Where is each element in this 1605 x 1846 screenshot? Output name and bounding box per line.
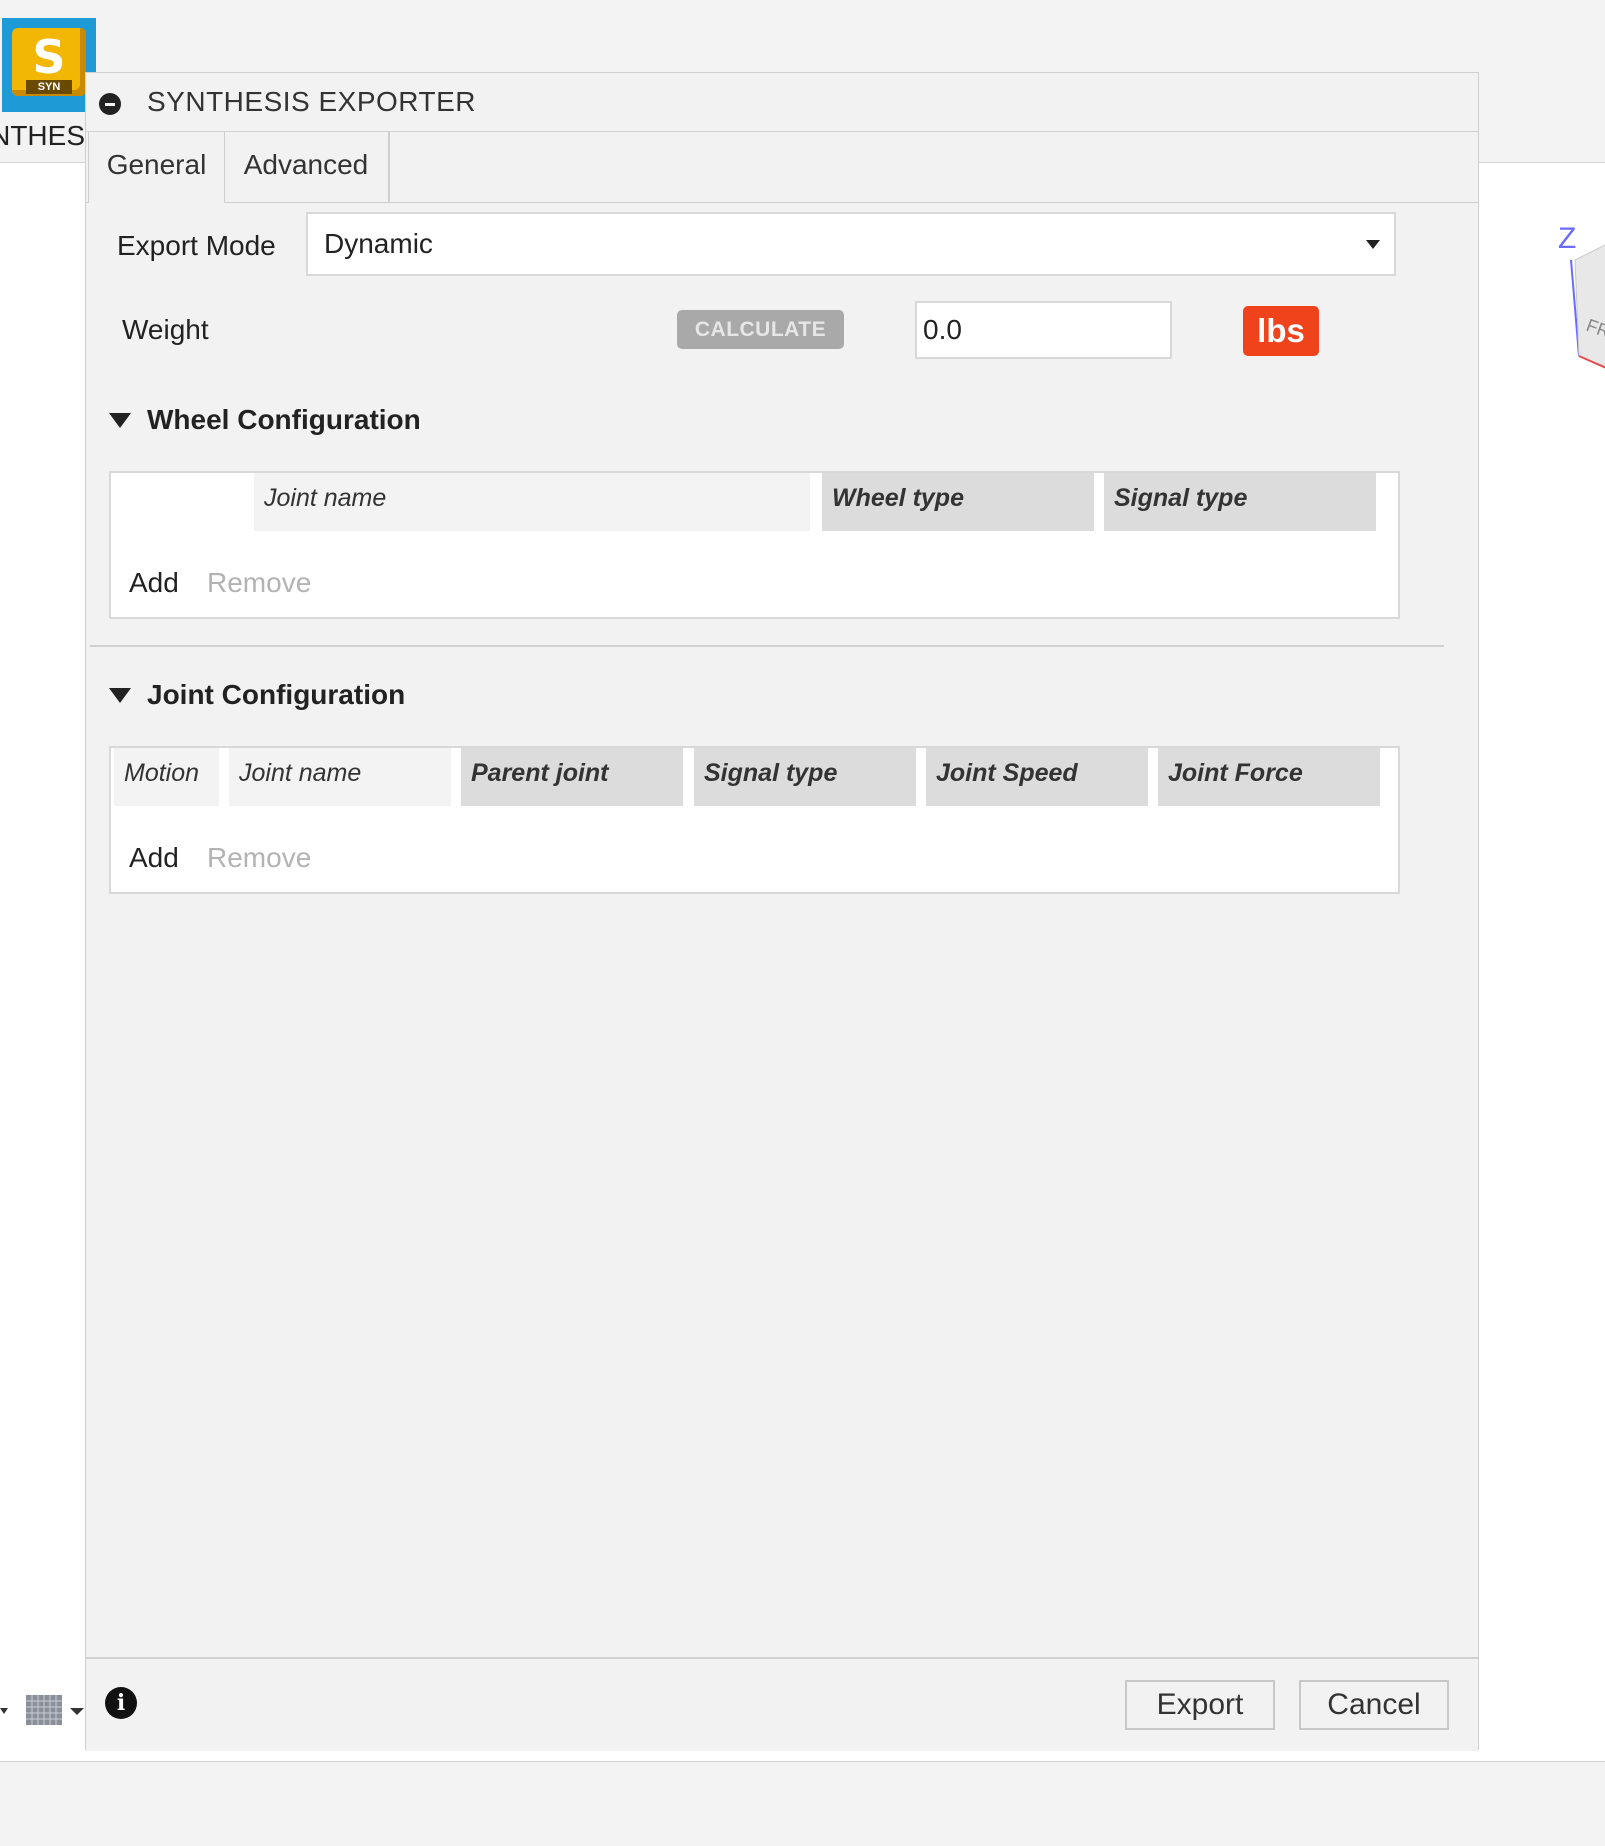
- wheel-col-joint-name: Joint name: [254, 473, 810, 531]
- weight-unit-toggle[interactable]: lbs: [1243, 306, 1319, 356]
- viewcube-icon[interactable]: Z FR: [1555, 220, 1605, 380]
- viewcube-axis-label: Z: [1558, 222, 1576, 255]
- joint-col-joint-force: Joint Force: [1158, 748, 1380, 806]
- synthesis-app-icon[interactable]: S SYN: [2, 18, 96, 112]
- app-statusbar: [0, 1761, 1605, 1846]
- weight-label: Weight: [122, 314, 209, 345]
- calculate-button[interactable]: CALCULATE: [677, 310, 844, 349]
- joint-col-joint-name: Joint name: [229, 748, 451, 806]
- wheel-add-button[interactable]: Add: [129, 567, 179, 599]
- synthesis-logo-cube: S SYN: [12, 28, 86, 96]
- wheel-col-signal-type: Signal type: [1104, 473, 1376, 531]
- chevron-down-icon: [1366, 240, 1380, 249]
- wheel-col-wheel-type: Wheel type: [822, 473, 1094, 531]
- tab-advanced[interactable]: Advanced: [224, 132, 390, 202]
- dialog-titlebar: SYNTHESIS EXPORTER: [86, 73, 1478, 132]
- wheel-remove-button[interactable]: Remove: [207, 567, 311, 599]
- export-button[interactable]: Export: [1125, 1680, 1275, 1730]
- joint-col-parent-joint: Parent joint: [461, 748, 683, 806]
- app-label: NTHES: [0, 120, 85, 151]
- grid-display-icon[interactable]: [0, 1690, 90, 1730]
- export-mode-value: Dynamic: [324, 228, 433, 259]
- joint-col-joint-speed: Joint Speed: [926, 748, 1148, 806]
- synthesis-exporter-dialog: SYNTHESIS EXPORTER General Advanced Expo…: [85, 72, 1479, 1751]
- app-icon-letter: S: [32, 30, 66, 84]
- joint-config-table: Motion Joint name Parent joint Signal ty…: [109, 746, 1400, 894]
- collapse-icon[interactable]: [99, 93, 121, 115]
- app-icon-sub: SYN: [26, 80, 72, 94]
- section-divider: [90, 645, 1444, 647]
- wheel-config-table: Joint name Wheel type Signal type Add Re…: [109, 471, 1400, 619]
- joint-config-header[interactable]: Joint Configuration: [147, 679, 405, 711]
- weight-input[interactable]: [915, 301, 1172, 359]
- cancel-button[interactable]: Cancel: [1299, 1680, 1449, 1730]
- dialog-title: SYNTHESIS EXPORTER: [147, 86, 477, 117]
- expand-triangle-icon[interactable]: [109, 688, 131, 703]
- tab-general[interactable]: General: [88, 132, 225, 203]
- info-icon[interactable]: i: [105, 1687, 137, 1719]
- tab-bar: General Advanced: [86, 132, 1478, 203]
- joint-col-motion: Motion: [114, 748, 219, 806]
- wheel-config-header[interactable]: Wheel Configuration: [147, 404, 421, 436]
- dialog-footer: i Export Cancel: [86, 1657, 1478, 1751]
- joint-col-signal-type: Signal type: [694, 748, 916, 806]
- joint-remove-button[interactable]: Remove: [207, 842, 311, 874]
- export-mode-select[interactable]: Dynamic: [306, 212, 1396, 276]
- export-mode-label: Export Mode: [117, 230, 276, 261]
- expand-triangle-icon[interactable]: [109, 413, 131, 428]
- joint-add-button[interactable]: Add: [129, 842, 179, 874]
